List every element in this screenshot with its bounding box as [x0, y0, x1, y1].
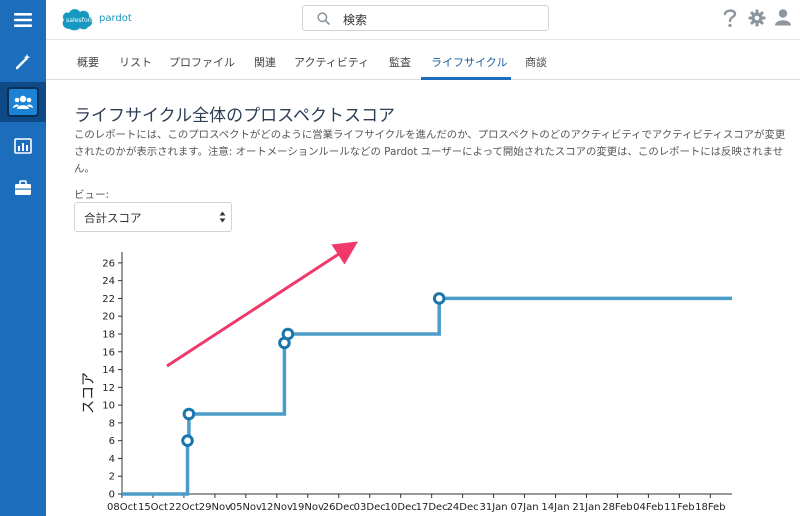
tab-lifecycle[interactable]: ライフサイクル: [431, 54, 507, 70]
x-tick-label: 14Jan: [541, 502, 569, 513]
search-input[interactable]: 検索: [302, 5, 549, 31]
tab-related[interactable]: 関連: [254, 54, 276, 70]
y-axis-label: スコア: [81, 372, 97, 414]
x-tick-label: 15Oct: [138, 502, 168, 513]
score-change-point: [181, 434, 194, 447]
x-tick-label: 18Feb: [695, 502, 725, 513]
user-icon: [775, 9, 791, 26]
y-tick-label: 12: [102, 383, 115, 394]
left-sidebar: [0, 0, 46, 516]
tab-activities[interactable]: アクティビティ: [294, 54, 369, 70]
view-select-value: 合計スコア: [84, 211, 142, 225]
sidebar-item-reports[interactable]: [0, 126, 46, 166]
x-tick-label: 31Jan: [480, 502, 508, 513]
y-tick-label: 10: [102, 401, 115, 412]
score-lifecycle-chart: スコア 0246810121416182022242608Oct 15Oct 22O…: [81, 241, 732, 513]
sidebar-item-admin[interactable]: [0, 168, 46, 208]
y-tick-label: 18: [102, 330, 115, 341]
salesforce-cloud-icon: salesforce pardot: [62, 9, 132, 31]
x-tick-label: 05Nov: [230, 502, 262, 513]
help-icon: [723, 9, 737, 28]
magic-wand-icon: [15, 54, 31, 70]
y-tick-label: 14: [102, 365, 115, 376]
tab-profile[interactable]: プロファイル: [169, 54, 235, 70]
y-tick-label: 8: [109, 418, 115, 429]
x-tick-label: 07Jan: [510, 502, 538, 513]
x-tick-label: 24Dec: [447, 502, 479, 513]
x-tick-label: 22Oct: [169, 502, 199, 513]
y-tick-label: 22: [102, 294, 115, 305]
y-tick-label: 0: [109, 490, 115, 501]
search-placeholder: 検索: [343, 13, 368, 27]
y-tick-label: 20: [102, 312, 115, 323]
pardot-logo[interactable]: salesforce pardot: [58, 5, 168, 33]
sidebar-item-marketing[interactable]: [0, 42, 46, 82]
x-tick-label: 29Nov: [199, 502, 231, 513]
x-tick-label: 10Dec: [385, 502, 417, 513]
y-tick-label: 26: [102, 258, 115, 269]
settings-button[interactable]: [748, 9, 766, 31]
tab-audit[interactable]: 監査: [389, 54, 411, 70]
prospect-tabs: 概要 リスト プロファイル 関連 アクティビティ 監査 ライフサイクル 商談: [46, 44, 800, 80]
x-tick-label: 28Feb: [602, 502, 632, 513]
score-line: [122, 296, 732, 496]
y-tick-label: 24: [102, 276, 115, 287]
score-change-point: [182, 407, 196, 421]
score-change-point: [432, 292, 446, 305]
view-select[interactable]: 合計スコア: [74, 202, 232, 232]
view-label: ビュー:: [74, 189, 110, 201]
x-tick-label: 12Nov: [261, 502, 293, 513]
x-tick-label: 21Jan: [572, 502, 600, 513]
x-tick-label: 19Nov: [292, 502, 324, 513]
brand-name-text: pardot: [99, 13, 132, 24]
select-arrows-icon: [219, 211, 226, 223]
search-icon: [317, 12, 330, 25]
user-menu-button[interactable]: [774, 8, 792, 30]
score-change-point: [281, 327, 295, 341]
top-header: salesforce pardot 検索: [46, 0, 800, 40]
x-tick-label: 08Oct: [107, 502, 137, 513]
tab-opportunities[interactable]: 商談: [525, 54, 547, 70]
x-tick-label: 17Dec: [416, 502, 448, 513]
active-tab-indicator: [421, 77, 511, 80]
page-title: ライフサイクル全体のプロスペクトスコア: [74, 106, 395, 126]
sidebar-active-frame: [7, 87, 39, 117]
x-tick-label: 11Feb: [664, 502, 694, 513]
gear-icon: [748, 9, 766, 27]
report-chart-icon: [14, 138, 32, 154]
menu-button[interactable]: [0, 0, 46, 40]
x-tick-label: 04Feb: [633, 502, 663, 513]
brand-badge-text: salesforce: [66, 17, 98, 24]
sidebar-item-prospects[interactable]: [0, 82, 46, 122]
x-tick-label: 26Dec: [323, 502, 355, 513]
y-tick-label: 2: [109, 472, 115, 483]
x-tick-label: 03Dec: [354, 502, 386, 513]
y-tick-label: 16: [102, 347, 115, 358]
briefcase-icon: [15, 180, 31, 195]
people-icon: [13, 95, 33, 109]
tab-lists[interactable]: リスト: [119, 54, 152, 70]
help-button[interactable]: [723, 8, 737, 32]
menu-icon: [14, 13, 32, 27]
y-tick-label: 6: [109, 436, 115, 447]
y-tick-label: 4: [109, 454, 115, 465]
annotation-arrow: [166, 241, 359, 368]
page-description: このレポートには、このプロスペクトがどのように営業ライフサイクルを進んだのか、プ…: [74, 129, 786, 175]
tab-overview[interactable]: 概要: [77, 54, 99, 70]
